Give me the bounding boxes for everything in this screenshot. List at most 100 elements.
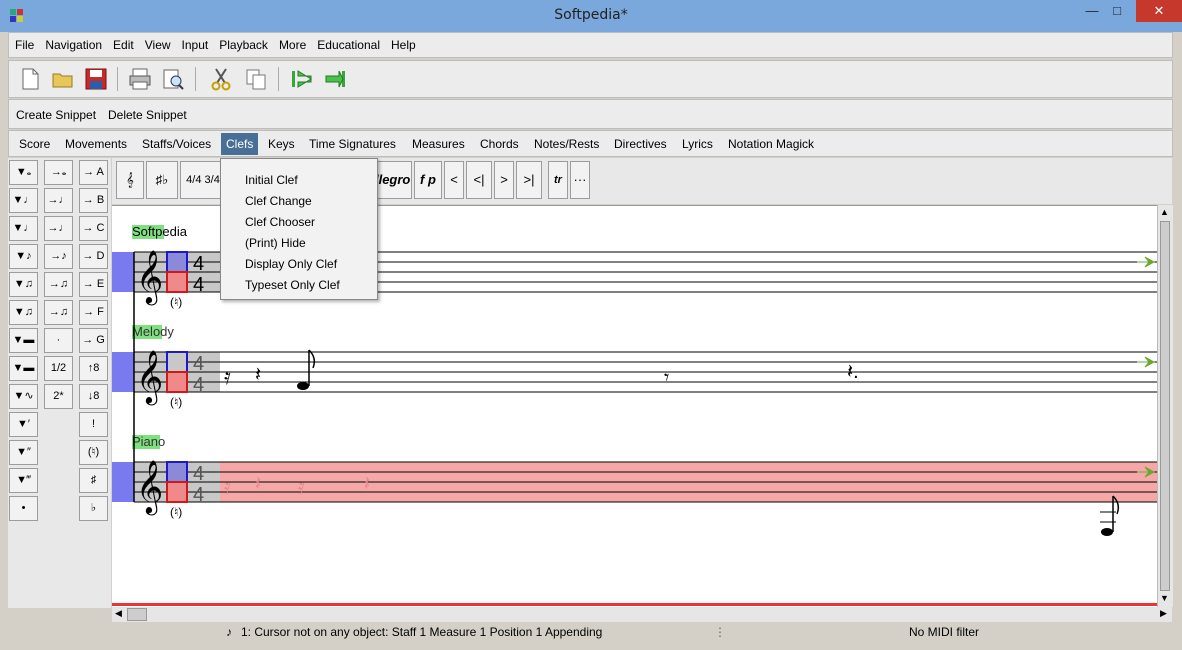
object-menu-time-signatures[interactable]: Time Signatures — [309, 137, 396, 151]
staff-3-time-top-box[interactable] — [166, 461, 188, 483]
quarter-note-icon[interactable]: ▼♩ — [9, 216, 38, 241]
close-button[interactable]: ✕ — [1136, 0, 1182, 22]
menu-navigation[interactable]: Navigation — [39, 33, 107, 52]
eighth-rest-icon[interactable]: ▼′ — [9, 412, 38, 437]
eighth-note-icon[interactable] — [297, 382, 309, 390]
trill-button[interactable]: tr — [548, 161, 568, 199]
whole-rest-icon[interactable]: ▼▬ — [9, 328, 38, 353]
staff-2-time-top-box[interactable] — [166, 351, 188, 373]
dot-icon[interactable]: • — [9, 496, 38, 521]
menu-item-print-hide[interactable]: (Print) Hide — [245, 236, 306, 250]
staff-1-time-top-box[interactable] — [166, 251, 188, 273]
vertical-scroll-thumb[interactable] — [1160, 221, 1170, 591]
insert-note-d-button[interactable]: → D — [79, 244, 108, 269]
object-menu-staffs-voices[interactable]: Staffs/Voices — [142, 137, 211, 151]
low-note-icon[interactable] — [1101, 528, 1113, 536]
octave-down-button[interactable]: ↓8 — [79, 384, 108, 409]
cursor-end-button[interactable]: >| — [516, 161, 542, 199]
flatten-button[interactable]: ♭ — [79, 496, 108, 521]
menu-more[interactable]: More — [273, 33, 311, 52]
insert-half-note-icon[interactable]: →♩ — [44, 188, 73, 213]
open-folder-icon[interactable] — [50, 66, 76, 92]
sharpen-button[interactable]: ♯ — [79, 468, 108, 493]
object-menu-score[interactable]: Score — [19, 137, 50, 151]
scroll-right-icon[interactable]: ▶ — [1160, 608, 1167, 619]
half-rest-icon[interactable]: ▼▬ — [9, 356, 38, 381]
go-to-start-icon[interactable] — [289, 66, 315, 92]
whole-note-icon[interactable]: ▼𝅝 — [9, 160, 38, 185]
horizontal-scrollbar[interactable]: ◀ ▶ — [112, 607, 1172, 622]
object-menu-lyrics[interactable]: Lyrics — [682, 137, 713, 151]
insert-eighth-note-icon[interactable]: →♪ — [44, 244, 73, 269]
delete-snippet-button[interactable]: Delete Snippet — [108, 108, 187, 122]
maximize-button[interactable]: □ — [1102, 0, 1132, 22]
insert-note-f-button[interactable]: → F — [79, 300, 108, 325]
key-signature-icon[interactable]: ♯♭ — [146, 161, 178, 199]
insert-sixteenth-note-icon[interactable]: →♫ — [44, 272, 73, 297]
staff-3-time-bottom-box[interactable] — [166, 481, 188, 503]
cautionary-accidental-button[interactable]: (♮) — [79, 440, 108, 465]
staff-1-time-bottom-box[interactable] — [166, 271, 188, 293]
vertical-scrollbar[interactable]: ▲ ▼ — [1157, 205, 1173, 607]
sixteenth-rest-icon[interactable]: 𝄾 — [664, 367, 669, 389]
menu-file[interactable]: File — [9, 33, 39, 52]
octave-up-button[interactable]: ↑8 — [79, 356, 108, 381]
menu-item-typeset-only-clef[interactable]: Typeset Only Clef — [245, 278, 340, 292]
thirtysecond-note-icon[interactable]: ▼♫ — [9, 300, 38, 325]
toggle-tie-button[interactable]: ! — [79, 412, 108, 437]
object-menu-chords[interactable]: Chords — [480, 137, 519, 151]
print-preview-icon[interactable] — [160, 66, 186, 92]
menu-help[interactable]: Help — [385, 33, 421, 52]
save-icon[interactable] — [83, 66, 109, 92]
scroll-up-icon[interactable]: ▲ — [1160, 207, 1169, 217]
menu-educational[interactable]: Educational — [311, 33, 385, 52]
thirtysecond-rest-icon[interactable]: ▼‴ — [9, 468, 38, 493]
eighth-note-icon[interactable]: ▼♪ — [9, 244, 38, 269]
insert-thirtysecond-note-icon[interactable]: →♫ — [44, 300, 73, 325]
dotted-quarter-rest-icon[interactable]: 𝄽. — [847, 361, 859, 383]
menu-playback[interactable]: Playback — [213, 33, 273, 52]
cursor-left-button[interactable]: < — [444, 161, 464, 199]
clef-icon[interactable]: 𝄞 — [116, 161, 144, 199]
scroll-left-icon[interactable]: ◀ — [115, 608, 122, 619]
insert-quarter-note-icon[interactable]: →♩ — [44, 216, 73, 241]
object-menu-notation-magick[interactable]: Notation Magick — [728, 137, 814, 151]
menu-item-clef-change[interactable]: Clef Change — [245, 194, 312, 208]
insert-note-a-button[interactable]: → A — [79, 160, 108, 185]
menu-item-display-only-clef[interactable]: Display Only Clef — [245, 257, 337, 271]
thirtysecond-rest-icon[interactable]: 𝄿 — [224, 364, 231, 389]
quarter-rest-icon[interactable]: ▼∿ — [9, 384, 38, 409]
double-duration-button[interactable]: 2* — [44, 384, 73, 409]
insert-note-g-button[interactable]: → G — [79, 328, 108, 353]
sixteenth-note-icon[interactable]: ▼♫ — [9, 272, 38, 297]
quarter-rest-icon[interactable]: 𝄽 — [255, 364, 261, 386]
half-note-icon[interactable]: ▼♩ — [9, 188, 38, 213]
dynamics-button[interactable]: f p — [414, 161, 442, 199]
cursor-right-button[interactable]: > — [494, 161, 514, 199]
sixteenth-rest-icon[interactable]: ▼″ — [9, 440, 38, 465]
menu-edit[interactable]: Edit — [107, 33, 139, 52]
go-to-end-icon[interactable] — [322, 66, 348, 92]
dot-button[interactable]: · — [44, 328, 73, 353]
object-menu-notes-rests[interactable]: Notes/Rests — [534, 137, 599, 151]
more-commands-button[interactable]: ··· — [570, 161, 590, 199]
object-menu-movements[interactable]: Movements — [65, 137, 127, 151]
object-menu-keys[interactable]: Keys — [268, 137, 295, 151]
new-file-icon[interactable] — [17, 66, 43, 92]
staff-2-time-bottom-box[interactable] — [166, 371, 188, 393]
horizontal-scroll-thumb[interactable] — [127, 608, 147, 621]
cut-icon[interactable] — [208, 66, 234, 92]
insert-whole-note-icon[interactable]: →𝅝 — [44, 160, 73, 185]
menu-view[interactable]: View — [139, 33, 176, 52]
create-snippet-button[interactable]: Create Snippet — [16, 108, 96, 122]
scroll-down-icon[interactable]: ▼ — [1160, 593, 1169, 603]
menu-item-initial-clef[interactable]: Initial Clef — [245, 173, 298, 187]
object-menu-measures[interactable]: Measures — [412, 137, 465, 151]
menu-input[interactable]: Input — [176, 33, 214, 52]
object-menu-clefs[interactable]: Clefs — [221, 133, 259, 155]
insert-note-e-button[interactable]: → E — [79, 272, 108, 297]
halve-duration-button[interactable]: 1/2 — [44, 356, 73, 381]
print-icon[interactable] — [127, 66, 153, 92]
object-menu-directives[interactable]: Directives — [614, 137, 667, 151]
cursor-start-button[interactable]: <| — [466, 161, 492, 199]
